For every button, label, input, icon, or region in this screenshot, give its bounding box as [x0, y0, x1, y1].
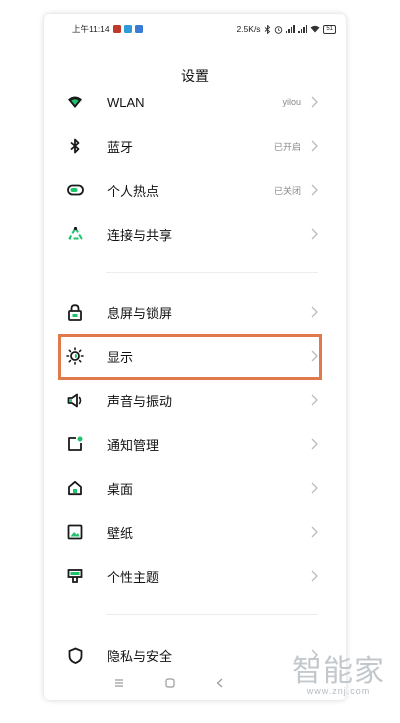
network-speed: 2.5K/s: [236, 24, 261, 34]
setting-row-bluetooth[interactable]: 蓝牙 已开启: [44, 126, 346, 166]
chevron-right-icon: [311, 306, 318, 318]
setting-row-hotspot[interactable]: 个人热点 已关闭: [44, 170, 346, 210]
row-label: 通知管理: [107, 437, 160, 453]
setting-row-connection[interactable]: 连接与共享: [44, 214, 346, 254]
row-value: 已开启: [273, 141, 301, 152]
signal-icon: [297, 25, 308, 33]
watermark: 智能家 www.znj.com: [292, 654, 385, 697]
bluetooth-status-icon: [264, 24, 270, 34]
app-notification-icon: [134, 25, 143, 33]
alarm-icon: [274, 25, 282, 34]
row-label: 息屏与锁屏: [107, 305, 173, 321]
chevron-right-icon: [311, 438, 318, 450]
row-label: 连接与共享: [107, 227, 173, 243]
phone-screen: 上午11:14 2.5K/s 51 设置 WLAN yilou 蓝牙 已开启 个…: [44, 14, 346, 700]
battery-icon: 51: [323, 24, 336, 34]
chevron-right-icon: [311, 526, 318, 538]
speaker-icon: [66, 391, 84, 409]
theme-icon: [66, 567, 84, 585]
watermark-text: 智能家: [292, 654, 385, 689]
bluetooth-icon: [66, 137, 84, 155]
chevron-right-icon: [311, 96, 318, 108]
home-button-icon[interactable]: [164, 677, 176, 689]
notification-icon: [66, 435, 84, 453]
row-label: 个人热点: [107, 183, 160, 199]
display-highlight-box: [58, 334, 322, 380]
row-label: 隐私与安全: [107, 649, 173, 664]
back-icon[interactable]: [214, 677, 226, 689]
lock-icon: [66, 303, 84, 321]
app-notification-icon: [112, 25, 121, 33]
row-label: 蓝牙: [107, 139, 134, 155]
setting-row-desktop[interactable]: 桌面: [44, 468, 346, 508]
status-time: 上午11:14: [72, 24, 110, 34]
chevron-right-icon: [311, 184, 318, 196]
chevron-right-icon: [311, 570, 318, 582]
setting-row-wallpaper[interactable]: 壁纸: [44, 512, 346, 552]
row-label: 声音与振动: [107, 393, 173, 409]
privacy-icon: [66, 646, 84, 664]
wifi-icon: [66, 93, 84, 111]
menu-icon[interactable]: [113, 678, 125, 688]
row-value: yilou: [282, 97, 301, 107]
signal-icon: [285, 25, 295, 33]
chevron-right-icon: [311, 394, 318, 406]
group-divider: [106, 272, 318, 273]
home-icon: [66, 479, 84, 497]
setting-row-lockscreen[interactable]: 息屏与锁屏: [44, 292, 346, 332]
group-divider: [106, 614, 318, 615]
row-label: 桌面: [107, 481, 134, 497]
chevron-right-icon: [311, 482, 318, 494]
setting-row-theme[interactable]: 个性主题: [44, 556, 346, 596]
row-label: 壁纸: [107, 525, 134, 541]
setting-row-sound[interactable]: 声音与振动: [44, 380, 346, 420]
chevron-right-icon: [311, 228, 318, 240]
setting-row-notifications[interactable]: 通知管理: [44, 424, 346, 464]
chevron-right-icon: [311, 140, 318, 152]
wifi-status-icon: [310, 25, 320, 33]
hotspot-icon: [66, 181, 84, 199]
app-notification-icon: [123, 25, 132, 33]
status-bar: 上午11:14 2.5K/s 51: [44, 14, 346, 44]
image-icon: [66, 523, 84, 541]
row-label: 个性主题: [107, 569, 160, 585]
share-connection-icon: [66, 225, 84, 243]
row-label: WLAN: [107, 94, 145, 110]
setting-row-wlan[interactable]: WLAN yilou: [44, 82, 346, 122]
row-value: 已关闭: [273, 185, 301, 196]
